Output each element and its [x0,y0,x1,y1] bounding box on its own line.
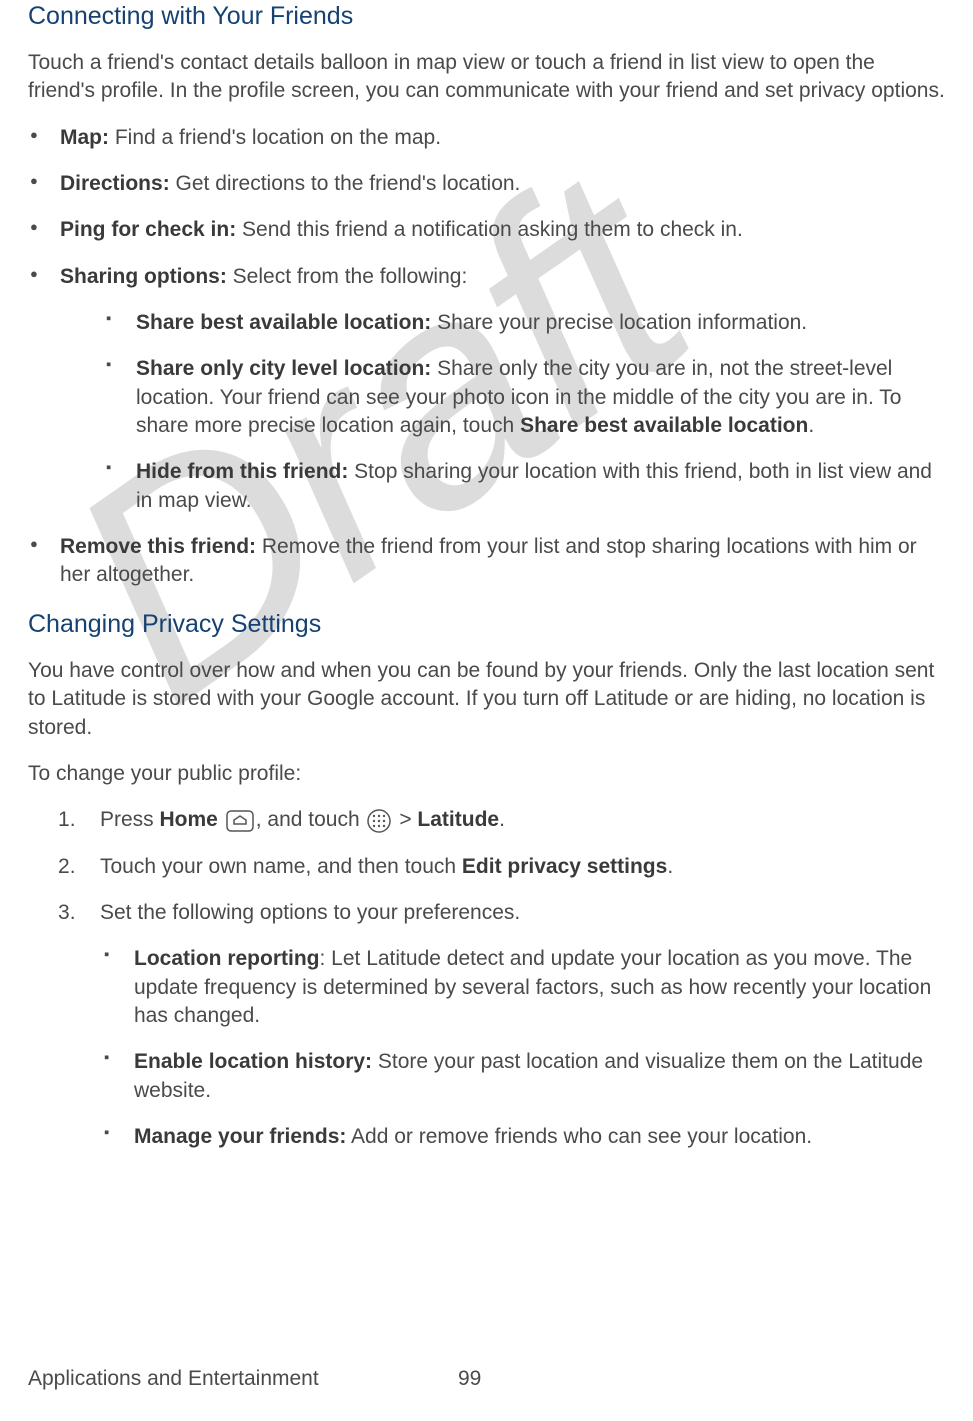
intro-paragraph-2: You have control over how and when you c… [28,657,945,742]
intro-paragraph-1: Touch a friend's contact details balloon… [28,49,945,106]
footer-section-title: Applications and Entertainment [28,1367,319,1391]
step2-bold: Edit privacy settings [462,855,667,878]
label-share-best: Share best available location: [136,311,431,334]
text-manage-friends: Add or remove friends who can see your l… [346,1125,812,1148]
step2-text-a: Touch your own name, and then touch [100,855,462,878]
step-1: Press Home , and touch > Latitude [58,806,945,834]
label-sharing: Sharing options: [60,265,227,288]
sub-share-best: Share best available location: Share you… [104,309,945,337]
bullet-ping: Ping for check in: Send this friend a no… [28,216,945,244]
bullet-remove-friend: Remove this friend: Remove the friend fr… [28,533,945,590]
page-footer: Applications and Entertainment 99 [28,1367,945,1391]
heading-privacy-settings: Changing Privacy Settings [28,608,945,639]
text-directions: Get directions to the friend's location. [170,172,521,195]
step1-home-bold: Home [160,808,218,831]
text-ping: Send this friend a notification asking t… [236,218,743,241]
footer-page-number: 99 [458,1367,481,1391]
text-sharing: Select from the following: [227,265,467,288]
label-share-city: Share only city level location: [136,357,431,380]
text-share-city-bold: Share best available location [520,414,808,437]
step1-text-b: , and touch [256,808,366,831]
apps-grid-icon [367,809,391,833]
label-manage-friends: Manage your friends: [134,1125,346,1148]
heading-connecting-friends: Connecting with Your Friends [28,0,945,31]
label-loc-report: Location reporting [134,947,320,970]
intro-paragraph-2b: To change your public profile: [28,760,945,788]
text-share-city-b: . [808,414,814,437]
step2-text-b: . [667,855,673,878]
sub-hide-friend: Hide from this friend: Stop sharing your… [104,458,945,515]
step-2: Touch your own name, and then touch Edit… [58,853,945,881]
home-icon [226,810,254,832]
bullet-sharing-options: Sharing options: Select from the followi… [28,263,945,515]
step1-text-c: > [399,808,417,831]
label-ping: Ping for check in: [60,218,236,241]
label-remove: Remove this friend: [60,535,256,558]
label-loc-history: Enable location history: [134,1050,372,1073]
text-share-best: Share your precise location information. [431,311,807,334]
bullet-directions: Directions: Get directions to the friend… [28,170,945,198]
step1-text-d: . [499,808,505,831]
step-3: Set the following options to your prefer… [58,899,945,1151]
step3-text: Set the following options to your prefer… [100,901,520,924]
opt-location-history: Enable location history: Store your past… [102,1048,945,1105]
opt-location-reporting: Location reporting: Let Latitude detect … [102,945,945,1030]
label-directions: Directions: [60,172,170,195]
step1-latitude-bold: Latitude [417,808,499,831]
opt-manage-friends: Manage your friends: Add or remove frien… [102,1123,945,1151]
label-hide: Hide from this friend: [136,460,348,483]
bullet-map: Map: Find a friend's location on the map… [28,124,945,152]
text-map: Find a friend's location on the map. [109,126,441,149]
step1-text-a: Press [100,808,160,831]
sub-share-city: Share only city level location: Share on… [104,355,945,440]
label-map: Map: [60,126,109,149]
